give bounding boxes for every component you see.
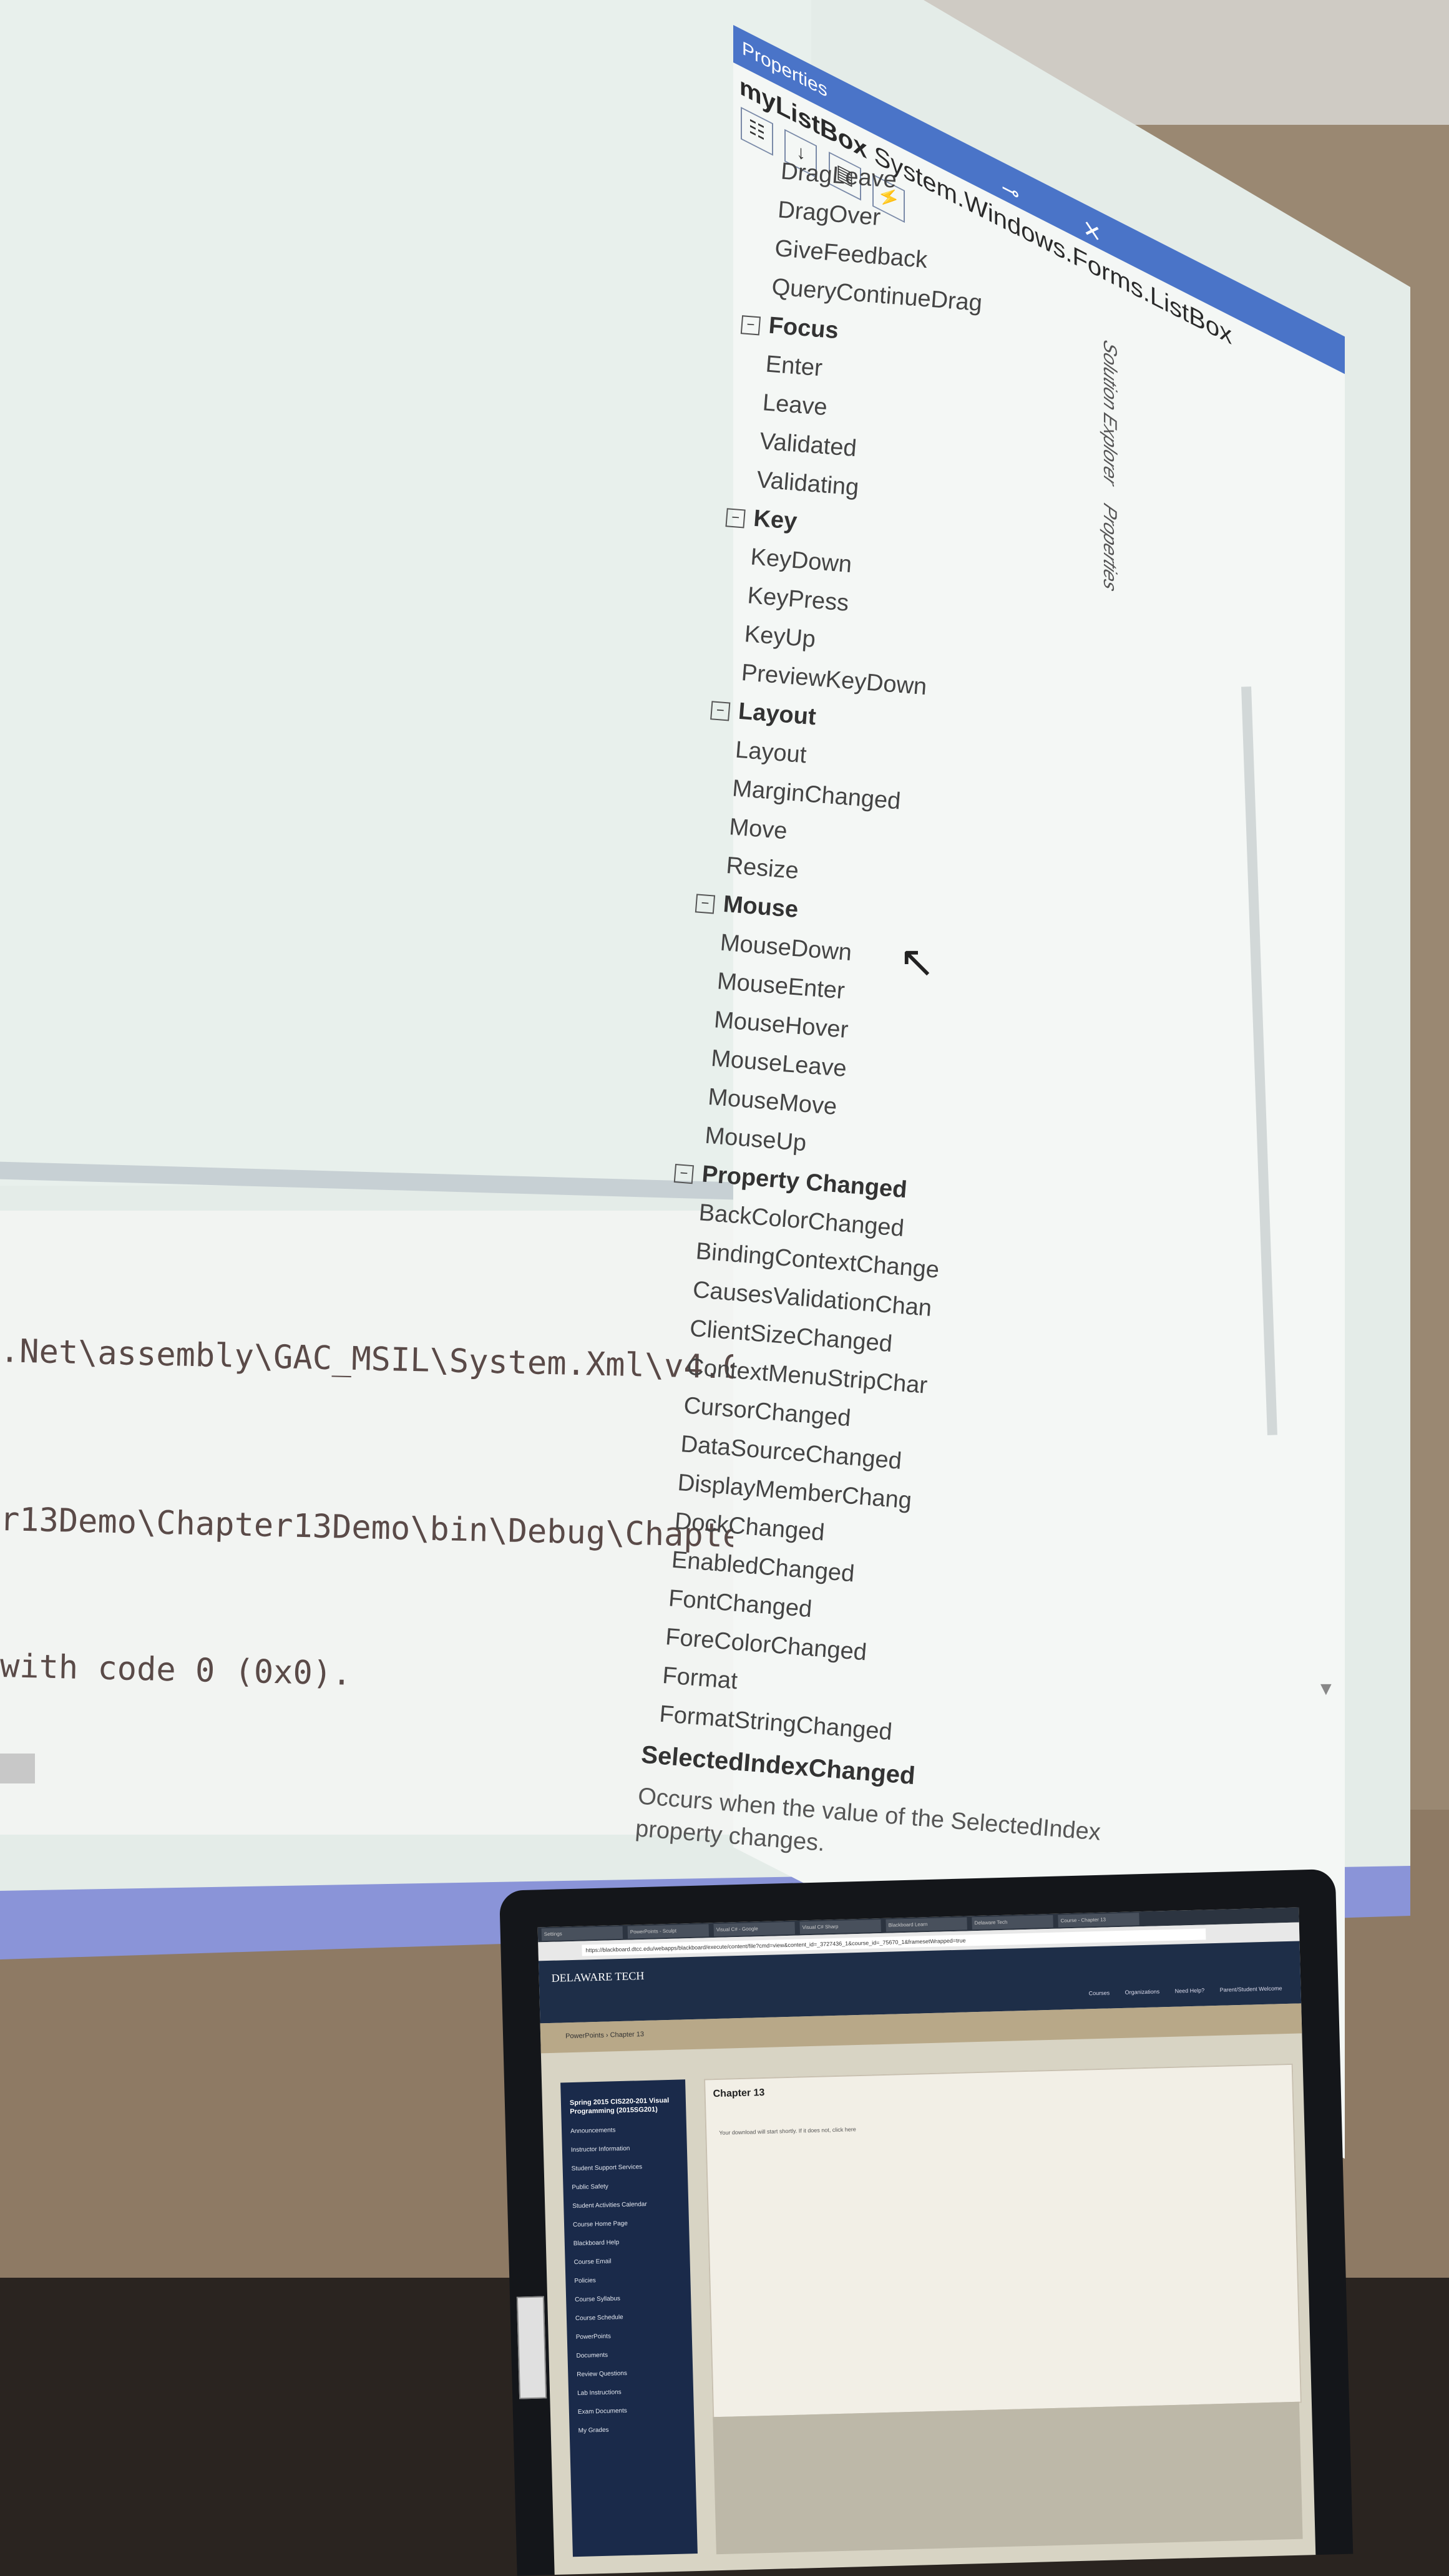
browser-tab[interactable]: Visual C# - Google — [713, 1921, 795, 1937]
text-cursor — [0, 1754, 35, 1783]
scroll-down-arrow-icon[interactable]: ▼ — [1317, 1679, 1335, 1700]
category-label: Layout — [737, 698, 817, 731]
laptop-screen: Settings PowerPoints - Sculpt Visual C# - … — [537, 1907, 1316, 2575]
nav-welcome[interactable]: Parent/Student Welcome — [1220, 1985, 1282, 1993]
browser-tab[interactable]: Delaware Tech — [972, 1915, 1053, 1930]
top-nav: Courses Organizations Need Help? Parent/… — [1088, 1985, 1295, 1996]
laptop-sticker — [516, 2296, 547, 2399]
browser-tab[interactable]: Course - Chapter 13 — [1058, 1913, 1139, 1928]
browser-tab[interactable]: PowerPoints - Sculpt — [627, 1924, 710, 1939]
school-logo[interactable]: DELAWARE TECH — [551, 1969, 644, 1985]
category-label: Focus — [768, 312, 840, 344]
nav-courses[interactable]: Courses — [1088, 1989, 1110, 1996]
breadcrumb[interactable]: PowerPoints › Chapter 13 — [565, 2031, 644, 2040]
browser-tab[interactable]: Visual C# Sharp — [799, 1920, 881, 1934]
content-footer — [713, 2401, 1303, 2555]
output-line: with code 0 (0x0). — [0, 1647, 353, 1693]
mouse-pointer-icon: ↖ — [899, 937, 935, 986]
collapse-icon[interactable]: − — [725, 508, 746, 529]
course-menu: Spring 2015 CIS220-201 Visual Programmin… — [560, 2079, 698, 2557]
course-menu-item[interactable]: My Grades — [569, 2419, 695, 2441]
collapse-icon[interactable]: − — [740, 315, 761, 336]
content-title: Chapter 13 — [713, 2087, 765, 2100]
browser-tab[interactable]: Blackboard Learn — [886, 1917, 967, 1932]
collapse-icon[interactable]: − — [695, 894, 716, 914]
nav-organizations[interactable]: Organizations — [1125, 1988, 1160, 1995]
download-message[interactable]: Your download will start shortly. If it … — [719, 2126, 856, 2136]
event-list: DragLeave DragOver GiveFeedback QueryCon… — [622, 150, 1377, 1893]
collapse-icon[interactable]: − — [673, 1163, 695, 1184]
content-panel: Chapter 13 Your download will start shor… — [704, 2063, 1302, 2419]
category-label: Key — [753, 505, 798, 535]
nav-help[interactable]: Need Help? — [1175, 1987, 1205, 1994]
browser-tab[interactable]: Settings — [541, 1926, 623, 1941]
category-label: Mouse — [722, 890, 799, 924]
course-title[interactable]: Spring 2015 CIS220-201 Visual Programmin… — [560, 2079, 686, 2122]
collapse-icon[interactable]: − — [710, 701, 731, 721]
laptop: Settings PowerPoints - Sculpt Visual C# - … — [499, 1868, 1354, 2576]
